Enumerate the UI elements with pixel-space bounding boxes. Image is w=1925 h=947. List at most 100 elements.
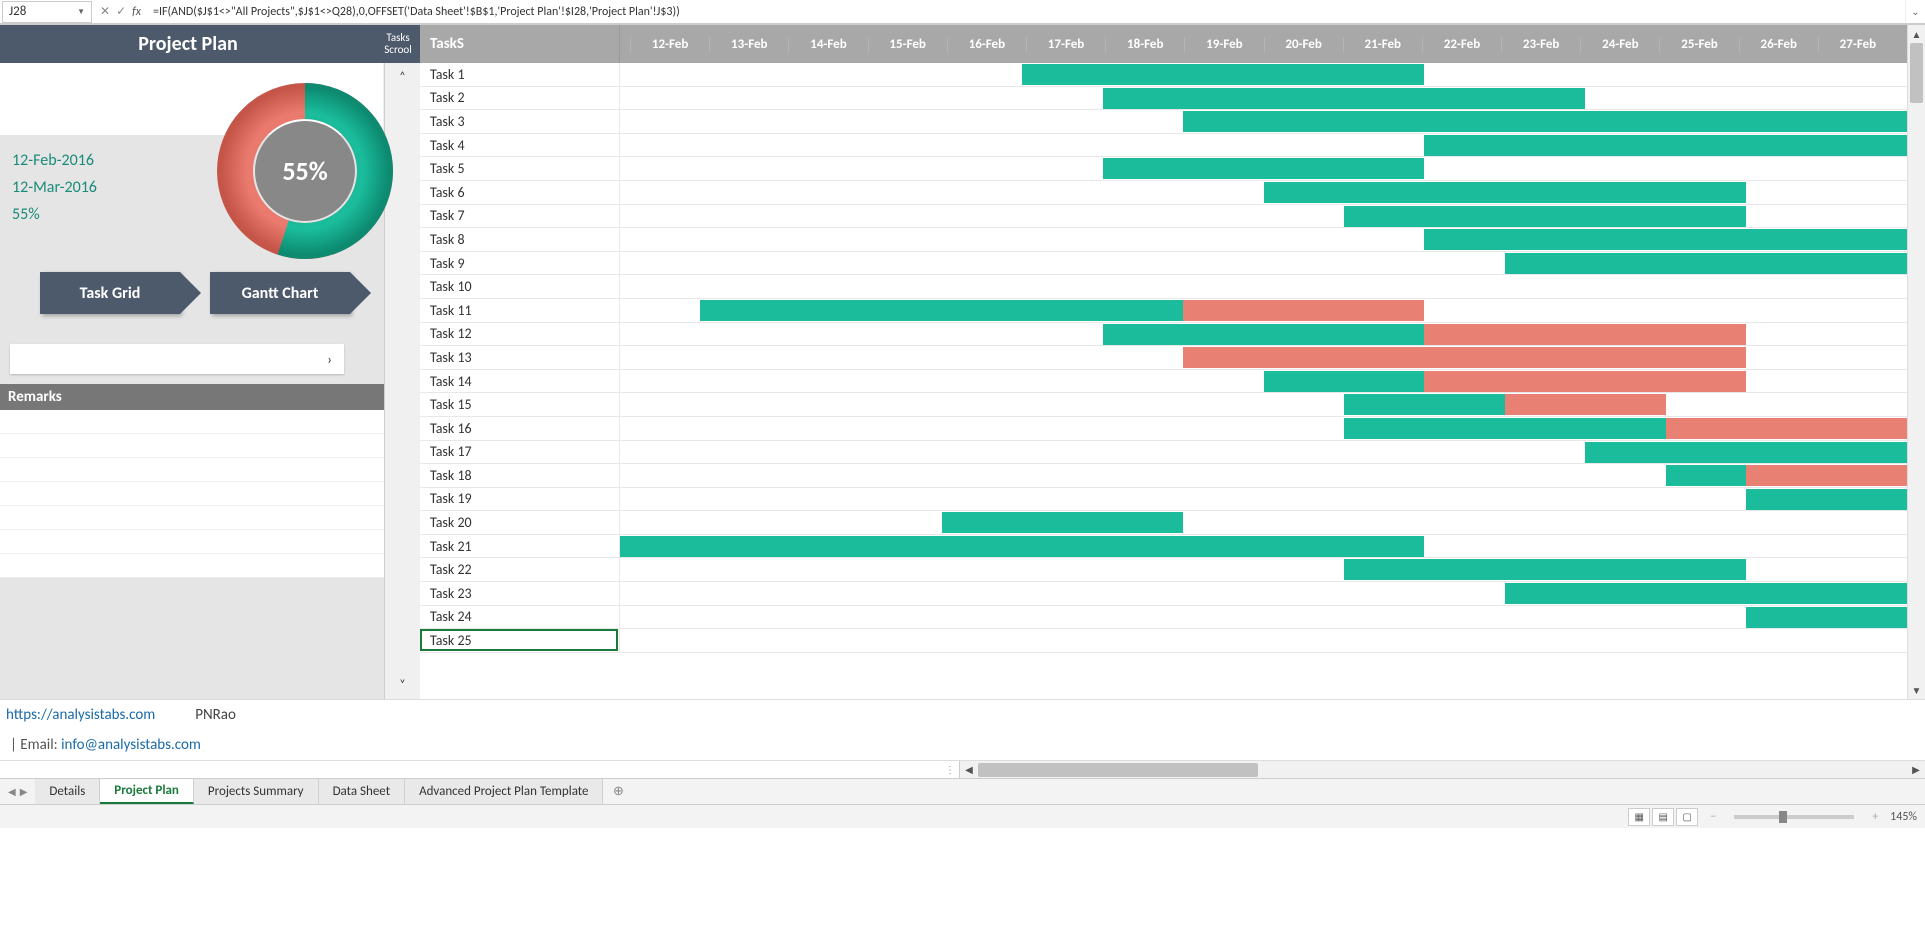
task-name-cell[interactable]: Task 19 <box>420 488 620 511</box>
zoom-thumb[interactable] <box>1779 811 1787 823</box>
task-grid-button[interactable]: Task Grid <box>40 272 180 314</box>
normal-view-icon[interactable]: ▦ <box>1628 808 1650 826</box>
task-name-cell[interactable]: Task 6 <box>420 181 620 204</box>
gantt-bar[interactable] <box>1183 347 1344 368</box>
remarks-row[interactable] <box>0 410 384 434</box>
gantt-bar[interactable] <box>1424 324 1746 345</box>
gantt-bar[interactable] <box>1103 158 1425 179</box>
task-name-cell[interactable]: Task 21 <box>420 535 620 558</box>
gantt-chart-button[interactable]: Gantt Chart <box>210 272 350 314</box>
name-box-dropdown-icon[interactable]: ▼ <box>77 7 85 17</box>
gantt-row[interactable]: Task 20 <box>420 511 1907 535</box>
gantt-row[interactable]: Task 14 <box>420 370 1907 394</box>
gantt-row[interactable]: Task 9 <box>420 252 1907 276</box>
page-layout-icon[interactable]: ▤ <box>1652 808 1674 826</box>
zoom-slider[interactable] <box>1734 815 1854 819</box>
gantt-row[interactable]: Task 5 <box>420 157 1907 181</box>
gantt-row[interactable]: Task 16 <box>420 417 1907 441</box>
gantt-bar[interactable] <box>1022 64 1424 85</box>
vertical-scrollbar[interactable]: ▲ ▼ <box>1907 25 1925 699</box>
project-dropdown[interactable]: › <box>10 344 344 374</box>
task-name-cell[interactable]: Task 22 <box>420 558 620 581</box>
task-name-cell[interactable]: Task 20 <box>420 511 620 534</box>
task-name-cell[interactable]: Task 7 <box>420 205 620 228</box>
task-name-cell[interactable]: Task 5 <box>420 157 620 180</box>
gantt-row[interactable]: Task 11 <box>420 299 1907 323</box>
task-name-cell[interactable]: Task 23 <box>420 582 620 605</box>
gantt-row[interactable]: Task 6 <box>420 181 1907 205</box>
gantt-bar[interactable] <box>1505 253 1907 274</box>
gantt-row[interactable]: Task 24 <box>420 606 1907 630</box>
gantt-bar[interactable] <box>1746 489 1907 510</box>
gantt-row[interactable]: Task 3 <box>420 110 1907 134</box>
gantt-bar[interactable] <box>1264 182 1747 203</box>
horizontal-scrollbar[interactable]: ◀ ▶ <box>960 761 1925 778</box>
gantt-bar[interactable] <box>1505 394 1666 415</box>
sheet-tab[interactable]: Data Sheet <box>319 779 406 804</box>
gantt-row[interactable]: Task 4 <box>420 134 1907 158</box>
formula-expand-icon[interactable]: ⌄ <box>1905 0 1925 23</box>
task-name-cell[interactable]: Task 8 <box>420 228 620 251</box>
gantt-bar[interactable] <box>1666 418 1907 439</box>
gantt-row[interactable]: Task 23 <box>420 582 1907 606</box>
task-name-cell[interactable]: Task 4 <box>420 134 620 157</box>
enter-icon[interactable]: ✓ <box>116 4 126 19</box>
zoom-plus-icon[interactable]: + <box>1872 810 1878 824</box>
task-name-cell[interactable]: Task 25 <box>420 629 620 652</box>
gantt-bar[interactable] <box>1183 111 1907 132</box>
gantt-bar[interactable] <box>1424 229 1907 250</box>
gantt-bar[interactable] <box>1344 347 1746 368</box>
formula-input[interactable]: =IF(AND($J$1<>"All Projects",$J$1<>Q28),… <box>147 1 1905 23</box>
tab-first-icon[interactable]: ◀ <box>8 785 16 798</box>
task-name-cell[interactable]: Task 18 <box>420 464 620 487</box>
gantt-row[interactable]: Task 18 <box>420 464 1907 488</box>
task-name-cell[interactable]: Task 13 <box>420 346 620 369</box>
sheet-tab[interactable]: Projects Summary <box>194 779 319 804</box>
new-sheet-button[interactable]: ⊕ <box>603 779 633 804</box>
gantt-row[interactable]: Task 12 <box>420 323 1907 347</box>
gantt-row[interactable]: Task 7 <box>420 205 1907 229</box>
gantt-row[interactable]: Task 17 <box>420 441 1907 465</box>
gantt-row[interactable]: Task 13 <box>420 346 1907 370</box>
gantt-bar[interactable] <box>1344 559 1746 580</box>
task-name-cell[interactable]: Task 15 <box>420 393 620 416</box>
task-name-cell[interactable]: Task 16 <box>420 417 620 440</box>
tab-prev-icon[interactable]: ▶ <box>20 785 28 798</box>
gantt-bar[interactable] <box>1344 394 1505 415</box>
task-name-cell[interactable]: Task 17 <box>420 441 620 464</box>
gantt-bar[interactable] <box>620 536 1424 557</box>
remarks-row[interactable] <box>0 506 384 530</box>
gantt-bar[interactable] <box>942 512 1183 533</box>
gantt-row[interactable]: Task 19 <box>420 488 1907 512</box>
scroll-down-icon[interactable]: ▼ <box>1908 681 1925 699</box>
gantt-bar[interactable] <box>1746 607 1907 628</box>
zoom-minus-icon[interactable]: − <box>1710 810 1716 824</box>
gantt-bar[interactable] <box>700 300 1183 321</box>
remarks-row[interactable] <box>0 530 384 554</box>
zoom-level[interactable]: 145% <box>1890 810 1917 824</box>
gantt-bar[interactable] <box>1264 371 1425 392</box>
scroll-down-icon[interactable]: ˅ <box>385 671 420 699</box>
task-name-cell[interactable]: Task 11 <box>420 299 620 322</box>
gantt-row[interactable]: Task 21 <box>420 535 1907 559</box>
task-name-cell[interactable]: Task 1 <box>420 63 620 86</box>
gantt-bar[interactable] <box>1505 583 1907 604</box>
task-name-cell[interactable]: Task 10 <box>420 275 620 298</box>
gantt-bar[interactable] <box>1103 88 1586 109</box>
hscroll-thumb[interactable] <box>978 763 1258 777</box>
task-name-cell[interactable]: Task 2 <box>420 87 620 110</box>
gantt-bar[interactable] <box>1344 418 1666 439</box>
remarks-row[interactable] <box>0 554 384 578</box>
gantt-bar[interactable] <box>1424 371 1746 392</box>
gantt-row[interactable]: Task 25 <box>420 629 1907 653</box>
scrollbar-thumb[interactable] <box>1910 43 1923 103</box>
gantt-row[interactable]: Task 22 <box>420 558 1907 582</box>
task-name-cell[interactable]: Task 9 <box>420 252 620 275</box>
task-name-cell[interactable]: Task 14 <box>420 370 620 393</box>
gantt-bar[interactable] <box>1344 206 1746 227</box>
scrollbar-track[interactable] <box>1908 43 1925 681</box>
tab-nav-buttons[interactable]: ◀ ▶ <box>0 779 35 804</box>
scroll-left-icon[interactable]: ◀ <box>960 763 978 776</box>
scroll-up-icon[interactable]: ▲ <box>1908 25 1925 43</box>
gantt-row[interactable]: Task 10 <box>420 275 1907 299</box>
